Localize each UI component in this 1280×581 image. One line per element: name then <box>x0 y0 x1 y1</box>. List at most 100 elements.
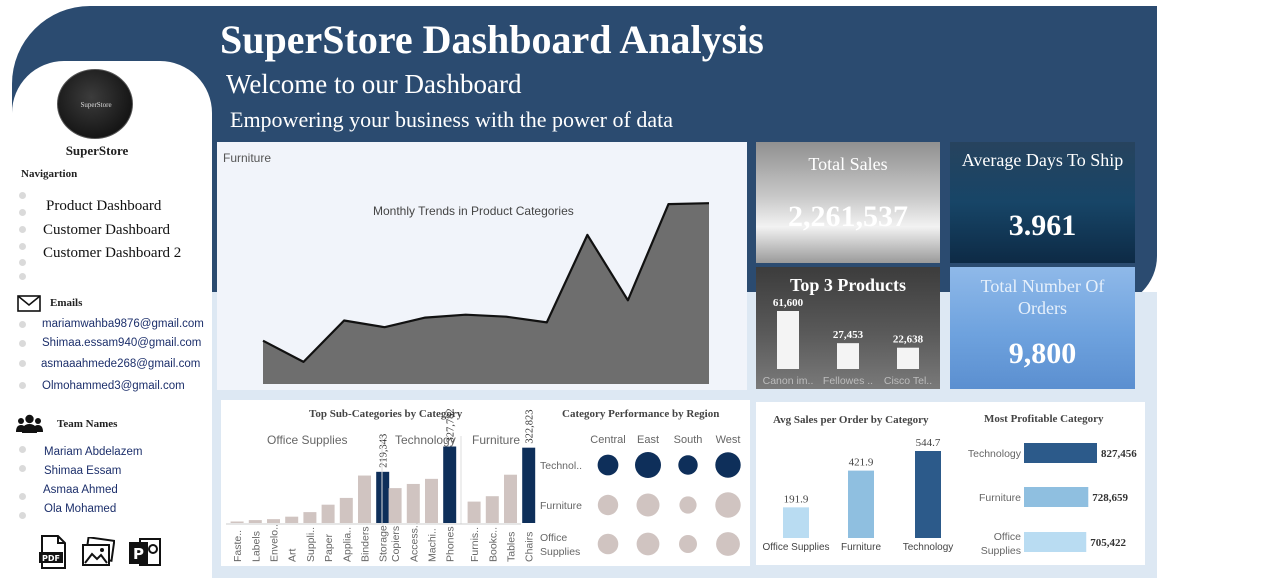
total-orders-card: Total Number Of Orders 9,800 <box>950 267 1135 389</box>
email-link[interactable]: asmaaahmede268@gmail.com <box>41 358 200 370</box>
navigation-title: Navigartion <box>21 168 78 180</box>
region-bubble <box>715 452 741 478</box>
region-label: West <box>716 434 741 446</box>
avg-sales-bar <box>783 507 809 538</box>
email-bullet <box>19 340 26 347</box>
subcategory-bar <box>321 504 335 523</box>
mail-icon <box>17 295 41 312</box>
subcategory-label: Chairs <box>524 532 536 562</box>
nav-customer-dashboard-2[interactable]: Customer Dashboard 2 <box>43 245 181 262</box>
subcategory-bar <box>388 488 402 523</box>
region-bubble <box>679 535 697 553</box>
email-link[interactable]: Shimaa.essam940@gmail.com <box>42 337 201 349</box>
nav-bullet <box>19 209 26 216</box>
powerpoint-icon[interactable]: P <box>128 536 162 569</box>
subcategory-label: Machi.. <box>427 528 439 562</box>
subcategory-bar <box>522 447 536 523</box>
team-bullet <box>19 446 26 453</box>
subcategory-bar <box>467 501 481 523</box>
total-sales-value: 2,261,537 <box>788 200 908 233</box>
subcategory-label: Tables <box>506 532 518 562</box>
subcategory-bar <box>230 521 244 523</box>
region-label: East <box>637 434 659 446</box>
email-link[interactable]: Olmohammed3@gmail.com <box>42 380 185 392</box>
subcategory-label: Envelo.. <box>269 524 281 562</box>
nav-bullet <box>19 273 26 280</box>
pdf-icon[interactable]: PDF <box>39 535 68 570</box>
email-bullet <box>19 382 26 389</box>
team-member: Ola Mohamed <box>44 503 117 515</box>
subcategory-label: Phones <box>445 526 457 562</box>
nav-customer-dashboard[interactable]: Customer Dashboard <box>43 222 170 239</box>
profit-value-label: 827,456 <box>1101 448 1137 460</box>
region-bubble <box>597 494 619 516</box>
top-3-products-chart: 61,600 Canon im.. 27,453 Fellowes .. 22,638 C… <box>763 297 933 387</box>
subcategory-highlight-label: 322,823 <box>525 410 536 444</box>
email-bullet <box>19 321 26 328</box>
avg-sales-value-label: 544.7 <box>916 437 941 449</box>
subcategory-bar <box>376 471 390 523</box>
email-bullet <box>19 360 26 367</box>
profit-value-label: 705,422 <box>1090 537 1126 549</box>
region-label: Central <box>590 434 625 446</box>
total-sales-label: Total Sales <box>808 154 888 174</box>
region-bubble <box>716 532 740 556</box>
page-title: SuperStore Dashboard Analysis <box>220 17 764 62</box>
subcategory-bar <box>425 478 438 523</box>
total-sales-card: Total Sales 2,261,537 <box>756 142 940 263</box>
image-icon[interactable] <box>81 537 115 569</box>
top3-category-label: Cisco Tel.. <box>884 375 932 387</box>
region-row-label: Technol.. <box>540 460 582 472</box>
svg-text:P: P <box>133 545 144 563</box>
profit-category-label: Office <box>994 531 1021 543</box>
profit-bar <box>1024 487 1089 507</box>
nav-bullet <box>19 226 26 233</box>
team-member: Shimaa Essam <box>44 465 122 477</box>
avg-days-to-ship-card: Average Days To Ship 3.961 <box>950 142 1135 263</box>
tagline-text: Empowering your business with the power … <box>230 107 673 132</box>
subcategory-label: Binders <box>360 526 372 562</box>
region-bubble <box>635 452 661 478</box>
subcategory-label: Copiers <box>390 526 402 562</box>
profit-value-label: 728,659 <box>1092 492 1128 504</box>
store-logo: SuperStore <box>57 69 133 139</box>
subcategory-bar <box>485 496 499 523</box>
subcategory-bar <box>406 483 420 523</box>
nav-product-dashboard[interactable]: Product Dashboard <box>46 198 161 215</box>
subcategory-bar <box>443 446 457 523</box>
team-title: Team Names <box>57 418 118 430</box>
top3-category-label: Canon im.. <box>763 375 814 387</box>
region-bubble <box>679 496 697 514</box>
top3-category-label: Fellowes .. <box>823 375 873 387</box>
profit-bar <box>1024 443 1097 463</box>
region-row-label: Supplies <box>540 546 580 558</box>
subcategory-label: Furnis.. <box>469 527 481 562</box>
avg-sales-bar <box>848 470 874 538</box>
svg-text:PDF: PDF <box>42 554 60 563</box>
subcategory-label: Labels <box>250 531 262 562</box>
nav-bullet <box>19 243 26 250</box>
region-bubble <box>636 493 660 517</box>
avg-sales-category-label: Furniture <box>841 542 881 553</box>
top3-bar <box>777 311 799 369</box>
logo-text: SuperStore <box>80 101 112 109</box>
area-fill <box>263 203 709 384</box>
team-bullet <box>19 465 26 472</box>
subcategory-bar <box>267 519 280 523</box>
subcategory-group-label: Furniture <box>472 433 520 447</box>
team-bullet <box>19 512 26 519</box>
region-row-label: Furniture <box>540 500 582 512</box>
avg-days-label: Average Days To Ship <box>961 150 1124 170</box>
region-bubble <box>636 532 660 556</box>
subcategory-bar <box>358 475 371 523</box>
top3-value-label: 61,600 <box>773 297 804 309</box>
top3-value-label: 22,638 <box>893 334 924 346</box>
welcome-text: Welcome to our Dashboard <box>226 69 522 99</box>
subcategory-bar <box>248 520 262 523</box>
region-bubble <box>597 454 619 476</box>
avg-sales-bar <box>915 451 941 538</box>
subcategory-region-chart: Office Supplies Faste.. Labels Envelo.. Art S… <box>226 408 741 562</box>
email-link[interactable]: mariamwahba9876@gmail.com <box>42 318 204 330</box>
subcategory-label: Access.. <box>408 522 420 562</box>
subcategory-label: Faste.. <box>232 530 244 562</box>
